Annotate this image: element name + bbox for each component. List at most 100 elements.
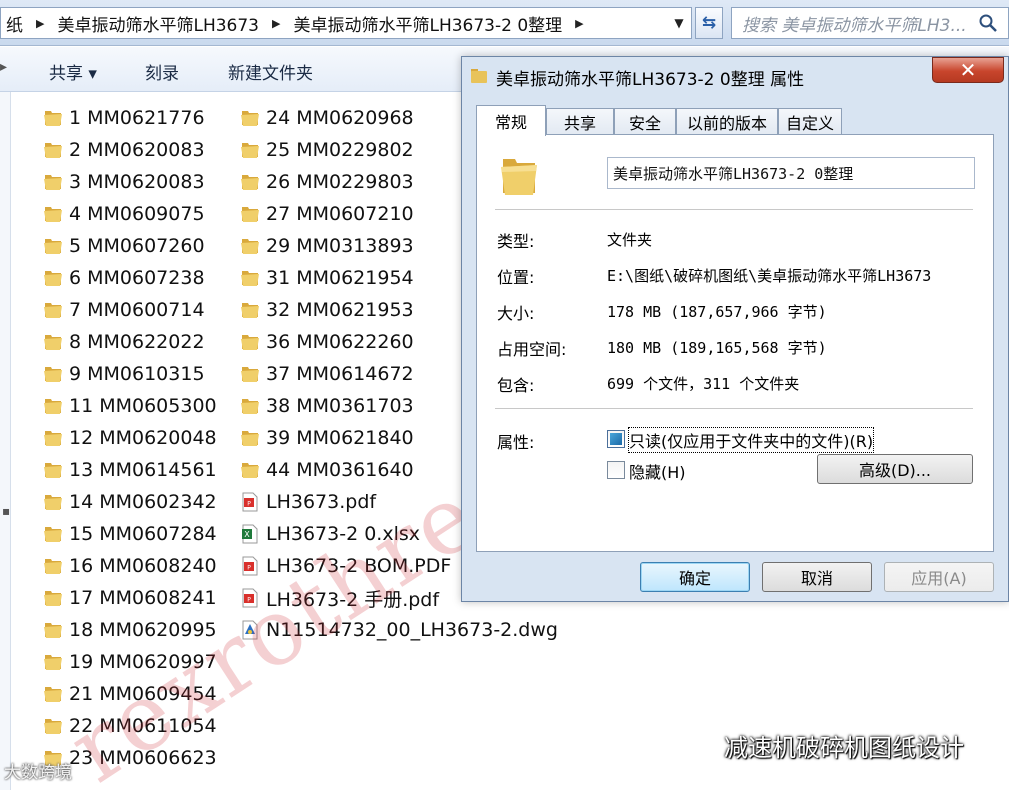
folder-icon: [43, 620, 63, 640]
folder-item[interactable]: 22 MM0611054: [43, 711, 217, 741]
history-dropdown-icon[interactable]: ▼: [668, 8, 690, 38]
file-item[interactable]: N11514732_00_LH3673-2.dwg: [240, 615, 558, 645]
svg-text:P: P: [247, 565, 251, 572]
hidden-label[interactable]: 隐藏(H): [629, 459, 686, 483]
item-label: 6 MM0607238: [69, 267, 205, 289]
breadcrumb-chevron-icon[interactable]: ▶: [567, 17, 591, 30]
item-label: 2 MM0620083: [69, 139, 205, 161]
file-item[interactable]: X LH3673-2 0.xlsx: [240, 519, 420, 549]
folder-item[interactable]: 12 MM0620048: [43, 423, 217, 453]
folder-item[interactable]: 17 MM0608241: [43, 583, 217, 613]
tab-security[interactable]: 安全: [614, 108, 676, 135]
breadcrumb-item[interactable]: 美卓振动筛水平筛LH3673-2 0整理: [288, 11, 567, 36]
folder-item[interactable]: 21 MM0609454: [43, 679, 217, 709]
navigation-pane-edge[interactable]: ▪: [0, 92, 11, 790]
folder-item[interactable]: 36 MM0622260: [240, 327, 414, 357]
search-input[interactable]: 搜索 美卓振动筛水平筛LH3...: [731, 7, 1009, 39]
folder-item[interactable]: 39 MM0621840: [240, 423, 414, 453]
article-caption: 减速机破碎机图纸设计: [680, 728, 964, 763]
folder-item[interactable]: 26 MM0229803: [240, 167, 414, 197]
folder-name-field[interactable]: 美卓振动筛水平筛LH3673-2 0整理: [607, 157, 975, 189]
item-label: 19 MM0620997: [69, 651, 217, 673]
folder-item[interactable]: 29 MM0313893: [240, 231, 414, 261]
folder-icon: [43, 396, 63, 416]
folder-item[interactable]: 24 MM0620968: [240, 103, 414, 133]
item-label: 26 MM0229803: [266, 171, 414, 193]
item-label: 31 MM0621954: [266, 267, 414, 289]
folder-item[interactable]: 5 MM0607260: [43, 231, 205, 261]
folder-item[interactable]: 31 MM0621954: [240, 263, 414, 293]
hidden-checkbox[interactable]: [607, 461, 625, 479]
apply-button[interactable]: 应用(A): [884, 562, 994, 592]
file-item[interactable]: P LH3673.pdf: [240, 487, 376, 517]
folder-icon: [240, 396, 260, 416]
size-label: 大小:: [497, 304, 535, 323]
ok-button[interactable]: 确定: [640, 562, 750, 592]
close-button[interactable]: ✕: [932, 57, 1004, 83]
folder-icon: [43, 332, 63, 352]
file-item[interactable]: P LH3673-2 BOM.PDF: [240, 551, 451, 581]
item-label: 32 MM0621953: [266, 299, 414, 321]
folder-item[interactable]: 7 MM0600714: [43, 295, 205, 325]
folder-item[interactable]: 27 MM0607210: [240, 199, 414, 229]
new-folder-button[interactable]: 新建文件夹: [228, 59, 313, 84]
tab-general[interactable]: 常规: [476, 105, 546, 136]
contains-label: 包含:: [497, 376, 535, 395]
breadcrumb-chevron-icon[interactable]: ▶: [264, 17, 288, 30]
folder-item[interactable]: 19 MM0620997: [43, 647, 217, 677]
folder-item[interactable]: 18 MM0620995: [43, 615, 217, 645]
item-label: 4 MM0609075: [69, 203, 205, 225]
item-label: LH3673-2 手册.pdf: [266, 588, 440, 611]
breadcrumb-chevron-icon[interactable]: ▶: [28, 17, 52, 30]
general-tab-panel: 美卓振动筛水平筛LH3673-2 0整理 类型: 文件夹 位置: E:\图纸\破…: [476, 134, 994, 552]
folder-icon: [240, 428, 260, 448]
tab-previous-versions[interactable]: 以前的版本: [676, 108, 778, 135]
breadcrumb-item[interactable]: 纸: [1, 11, 28, 36]
readonly-label[interactable]: 只读(仅应用于文件夹中的文件)(R): [627, 427, 875, 453]
folder-icon: [43, 140, 63, 160]
burn-button[interactable]: 刻录: [145, 59, 179, 84]
readonly-checkbox[interactable]: [607, 430, 625, 448]
folder-item[interactable]: 25 MM0229802: [240, 135, 414, 165]
dialog-title: 美卓振动筛水平筛LH3673-2 0整理 属性: [496, 70, 805, 90]
breadcrumb-item[interactable]: 美卓振动筛水平筛LH3673: [52, 11, 264, 36]
folder-item[interactable]: 14 MM0602342: [43, 487, 217, 517]
file-item[interactable]: P LH3673-2 手册.pdf: [240, 583, 439, 613]
folder-item[interactable]: 6 MM0607238: [43, 263, 205, 293]
svg-text:P: P: [247, 501, 251, 508]
search-icon[interactable]: [978, 13, 998, 33]
share-button[interactable]: 共享 ▾: [49, 59, 97, 84]
cancel-button[interactable]: 取消: [762, 562, 872, 592]
item-label: 23 MM0606623: [69, 747, 217, 769]
folder-item[interactable]: 38 MM0361703: [240, 391, 414, 421]
folder-item[interactable]: 1 MM0621776: [43, 103, 205, 133]
folder-item[interactable]: 44 MM0361640: [240, 455, 414, 485]
type-value: 文件夹: [607, 231, 653, 249]
folder-item[interactable]: 4 MM0609075: [43, 199, 205, 229]
folder-item[interactable]: 2 MM0620083: [43, 135, 205, 165]
item-label: 18 MM0620995: [69, 619, 217, 641]
folder-item[interactable]: 8 MM0622022: [43, 327, 205, 357]
advanced-button[interactable]: 高级(D)...: [817, 454, 973, 484]
folder-item[interactable]: 3 MM0620083: [43, 167, 205, 197]
folder-item[interactable]: 11 MM0605300: [43, 391, 217, 421]
toolbar-overflow-icon[interactable]: ▸: [0, 59, 7, 75]
folder-item[interactable]: 9 MM0610315: [43, 359, 205, 389]
dialog-title-bar[interactable]: 美卓振动筛水平筛LH3673-2 0整理 属性 ✕: [462, 57, 1008, 93]
folder-item[interactable]: 37 MM0614672: [240, 359, 414, 389]
item-label: 1 MM0621776: [69, 107, 205, 129]
folder-item[interactable]: 16 MM0608240: [43, 551, 217, 581]
folder-item[interactable]: 13 MM0614561: [43, 455, 217, 485]
tab-customize[interactable]: 自定义: [778, 108, 842, 135]
folder-icon: [43, 716, 63, 736]
scroll-grip-icon[interactable]: ▪: [2, 504, 10, 518]
tab-sharing[interactable]: 共享: [546, 108, 614, 135]
item-label: 24 MM0620968: [266, 107, 414, 129]
location-label: 位置:: [497, 268, 535, 287]
item-label: 16 MM0608240: [69, 555, 217, 577]
refresh-button[interactable]: ⇆: [695, 7, 723, 39]
breadcrumb[interactable]: 纸 ▶ 美卓振动筛水平筛LH3673 ▶ 美卓振动筛水平筛LH3673-2 0整…: [0, 7, 692, 39]
folder-icon: [240, 172, 260, 192]
folder-item[interactable]: 32 MM0621953: [240, 295, 414, 325]
folder-item[interactable]: 15 MM0607284: [43, 519, 217, 549]
